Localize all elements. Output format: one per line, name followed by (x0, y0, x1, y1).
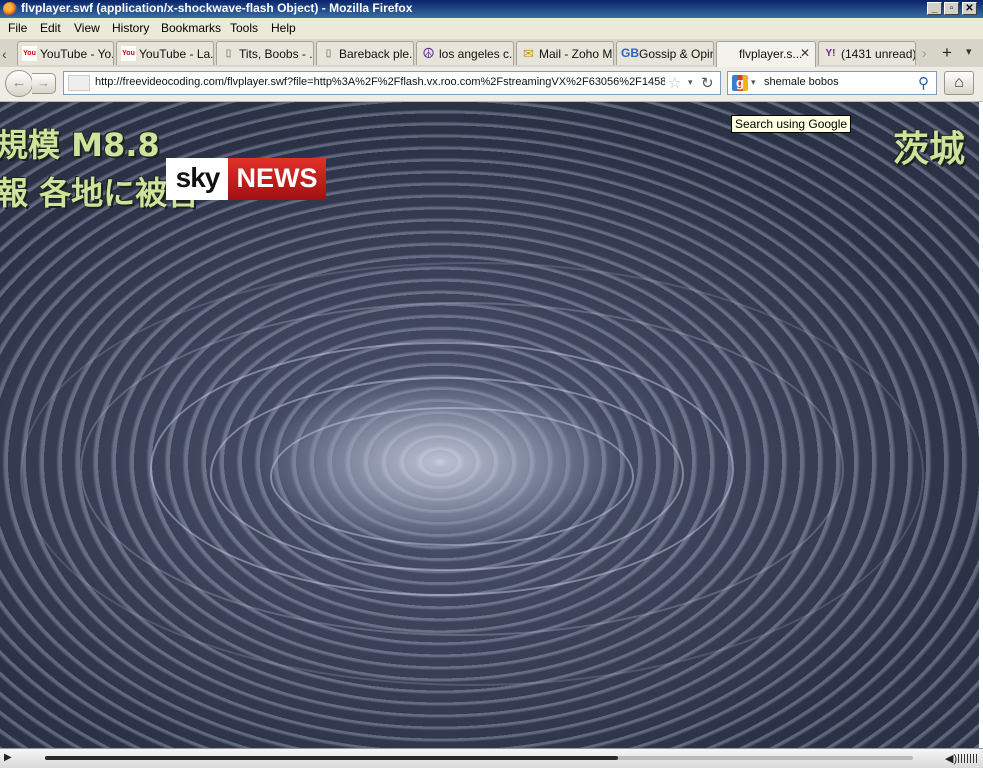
menu-tools[interactable]: Tools (230, 21, 258, 35)
tab-label: Tits, Boobs - ... (239, 47, 314, 61)
bookmark-star-icon[interactable]: ☆ (668, 74, 681, 92)
menu-file[interactable]: File (8, 21, 27, 35)
menu-bookmarks[interactable]: Bookmarks (161, 21, 221, 35)
volume-slider[interactable] (958, 754, 978, 763)
tab-gossip[interactable]: GB Gossip & Opin... (616, 41, 714, 65)
sky-logo-text: sky (166, 158, 229, 200)
tab-youtube-1[interactable]: You YouTube - Yo... (17, 41, 114, 65)
broadcast-caption-location: 茨城 (893, 129, 966, 170)
maximize-button[interactable]: ▫ (944, 2, 959, 15)
tab-label: (1431 unread)... (841, 47, 916, 61)
minimize-button[interactable]: _ (927, 2, 942, 15)
window-title: flvplayer.swf (application/x-shockwave-f… (21, 1, 413, 15)
search-bar[interactable]: g ▾ ⚲ (727, 71, 937, 95)
volume-icon[interactable]: ◀) (945, 752, 957, 765)
menu-history[interactable]: History (112, 21, 149, 35)
mail-icon: ✉ (523, 46, 534, 61)
tab-close-icon[interactable]: ✕ (800, 46, 810, 60)
sky-news-logo: sky NEWS (166, 158, 326, 200)
youtube-icon: You (121, 46, 136, 61)
new-tab-button[interactable]: + (942, 43, 952, 63)
search-engine-dropdown[interactable]: ▾ (751, 77, 756, 88)
yahoo-mail-icon: Y! (825, 48, 836, 59)
tab-label: los angeles c... (439, 47, 514, 61)
seek-bar[interactable] (45, 756, 913, 760)
navigation-toolbar: ← → http://freevideocoding.com/flvplayer… (0, 67, 983, 102)
tab-zoho-mail[interactable]: ✉ Mail - Zoho M... (516, 41, 614, 65)
page-icon: ▯ (325, 48, 332, 59)
close-window-button[interactable]: ✕ (962, 2, 977, 15)
back-forward-group: ← → (5, 70, 57, 97)
broadcast-caption-line1: 規模 M8.8 (0, 126, 160, 164)
google-icon[interactable]: g (732, 75, 748, 91)
tab-page-3[interactable]: ▯ Tits, Boobs - ... (216, 41, 314, 65)
tab-label: Gossip & Opin... (639, 47, 713, 61)
url-history-dropdown[interactable]: ▾ (688, 77, 693, 88)
tab-label: Bareback ple... (339, 47, 414, 61)
search-go-icon[interactable]: ⚲ (918, 74, 929, 92)
seek-progress-fill (45, 756, 618, 760)
menu-edit[interactable]: Edit (40, 21, 61, 35)
peace-icon: ☮ (422, 45, 435, 61)
news-logo-text: NEWS (228, 158, 326, 200)
forward-button[interactable]: → (32, 73, 56, 94)
tab-strip: ‹ You YouTube - Yo... You YouTube - La..… (0, 39, 983, 68)
tab-label: Mail - Zoho M... (539, 47, 613, 61)
firefox-icon (3, 2, 17, 16)
youtube-icon: You (22, 46, 37, 61)
home-button[interactable]: ⌂ (944, 71, 974, 95)
video-border (979, 102, 983, 748)
site-identity-icon[interactable] (68, 75, 90, 91)
reload-button[interactable]: ↻ (701, 74, 714, 92)
tab-label: YouTube - La... (139, 47, 214, 61)
tab-label: flvplayer.s... (739, 47, 803, 61)
tab-scroll-right-button[interactable]: › (922, 45, 927, 61)
url-bar[interactable]: http://freevideocoding.com/flvplayer.swf… (63, 71, 721, 95)
window-titlebar[interactable]: flvplayer.swf (application/x-shockwave-f… (0, 0, 983, 18)
tab-youtube-2[interactable]: You YouTube - La... (116, 41, 214, 65)
menu-help[interactable]: Help (271, 21, 296, 35)
menu-bar: File Edit View History Bookmarks Tools H… (0, 18, 983, 39)
tab-label: YouTube - Yo... (40, 47, 114, 61)
tab-scroll-left-button[interactable]: ‹ (2, 46, 7, 62)
play-button[interactable]: ▶ (4, 752, 12, 763)
search-tooltip: Search using Google (731, 115, 852, 133)
tab-page-4[interactable]: ▯ Bareback ple... (316, 41, 414, 65)
search-input[interactable] (764, 76, 914, 88)
flash-video-player[interactable]: 規模 M8.8 報 各地に被害 茨城 sky NEWS (0, 102, 979, 748)
player-control-bar: ▶ ◀) (0, 748, 983, 768)
url-input[interactable]: http://freevideocoding.com/flvplayer.swf… (95, 76, 665, 88)
menu-view[interactable]: View (74, 21, 100, 35)
list-all-tabs-button[interactable]: ▾ (966, 45, 972, 58)
whirlpool-ring (20, 262, 924, 686)
gb-icon: GB (621, 46, 639, 60)
tab-flvplayer-active[interactable]: flvplayer.s... ✕ (716, 41, 816, 68)
page-icon: ▯ (225, 48, 232, 59)
tab-yahoo-mail[interactable]: Y! (1431 unread)... (818, 41, 916, 65)
tab-los-angeles[interactable]: ☮ los angeles c... (416, 41, 514, 65)
back-button[interactable]: ← (5, 70, 33, 97)
